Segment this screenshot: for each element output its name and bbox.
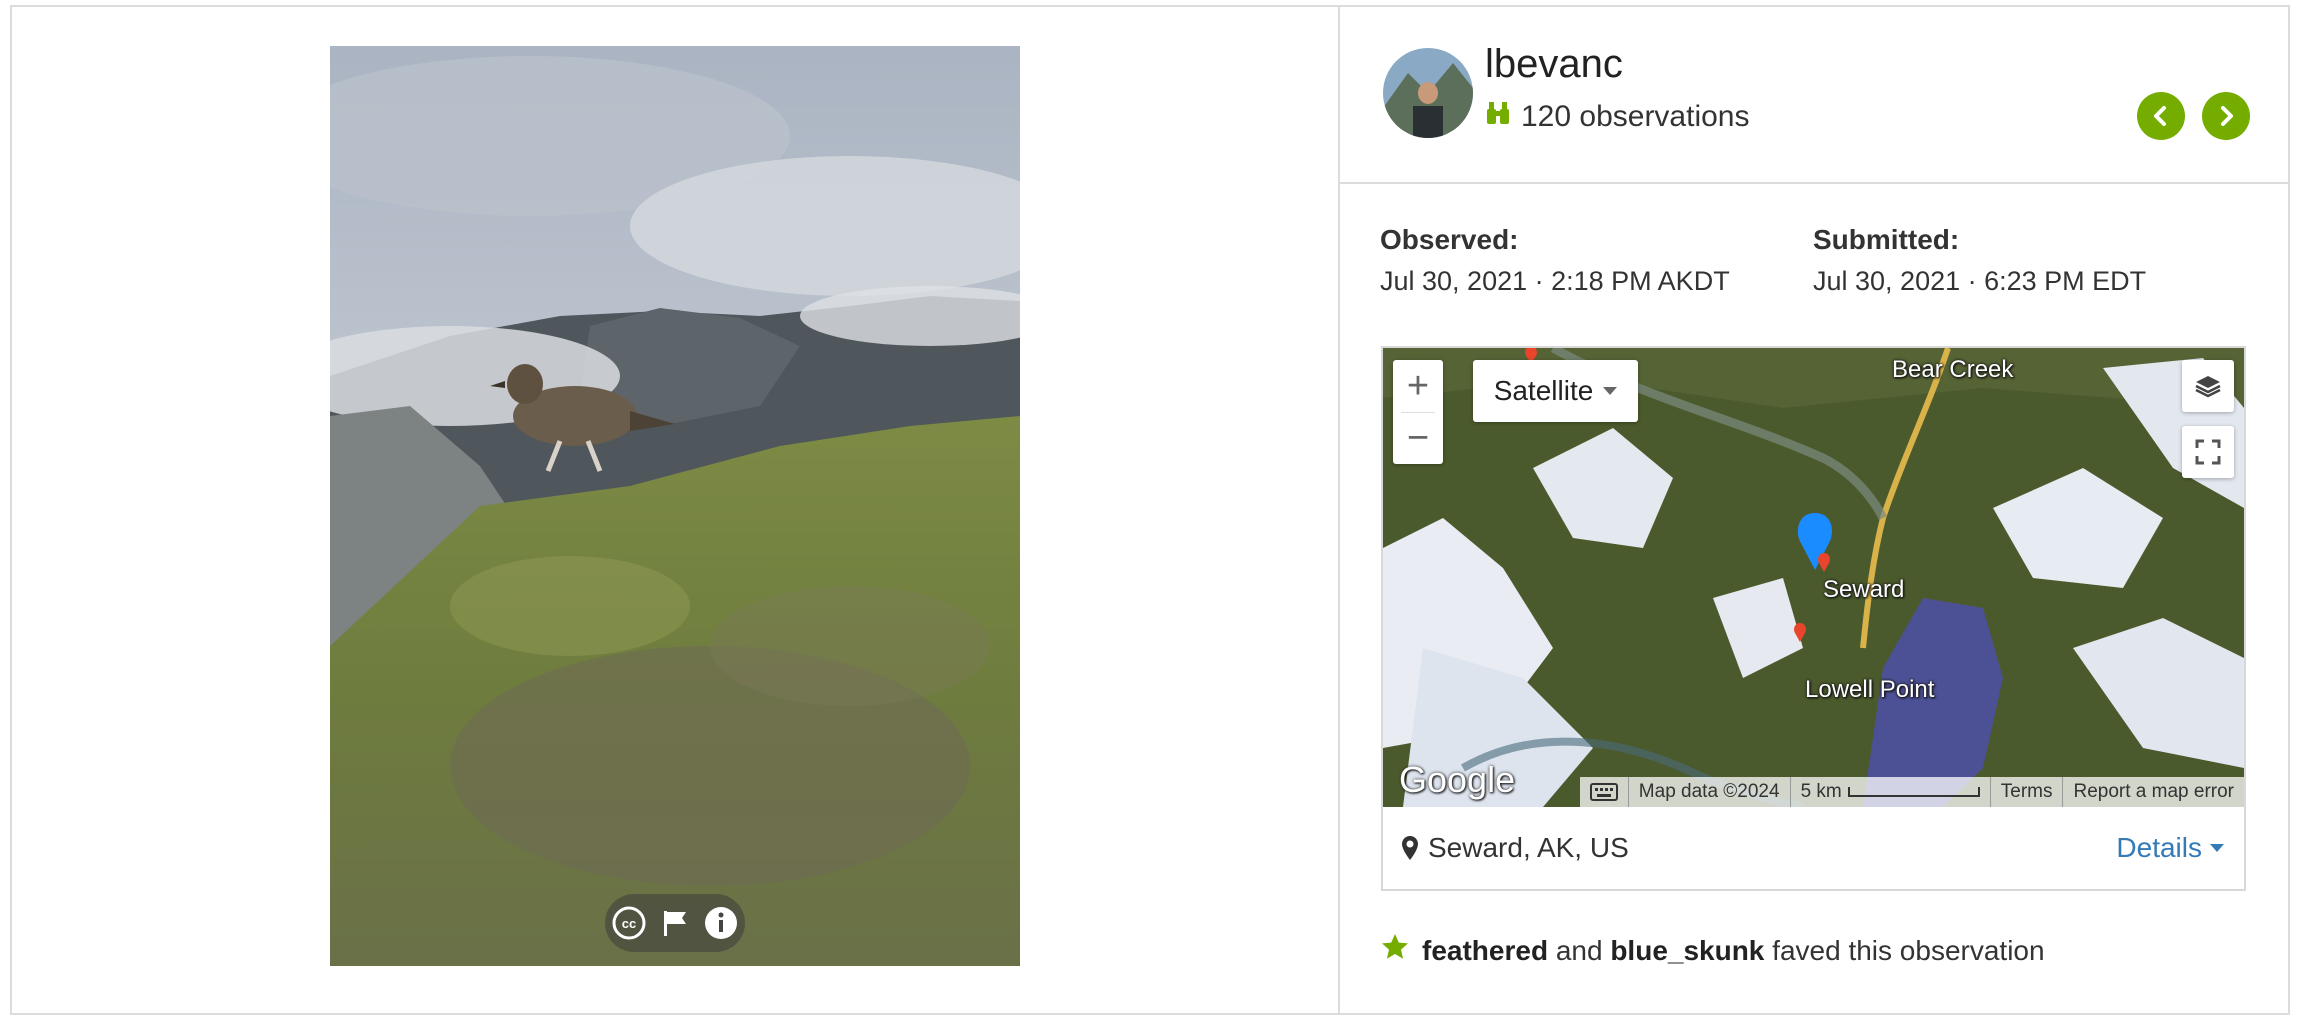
- column-divider: [1338, 5, 1340, 1015]
- photo-image: [330, 46, 1020, 966]
- observed-label: Observed:: [1380, 224, 1519, 255]
- caret-down-icon: [2210, 844, 2224, 852]
- zoom-separator: [1401, 412, 1435, 413]
- fullscreen-icon: [2195, 439, 2221, 465]
- cc-license-icon[interactable]: cc: [611, 905, 647, 941]
- layers-icon: [2195, 376, 2221, 398]
- google-logo: Google: [1399, 759, 1516, 800]
- fullscreen-button[interactable]: [2182, 426, 2234, 478]
- fave-user-link[interactable]: blue_skunk: [1610, 935, 1764, 966]
- header-divider: [1340, 182, 2290, 184]
- star-icon: [1380, 932, 1410, 969]
- map-type-dropdown[interactable]: Satellite: [1473, 360, 1638, 422]
- keyboard-icon: [1589, 782, 1618, 801]
- faves-suffix-text: faved this observation: [1772, 934, 2045, 966]
- map-label-lowell-point: Lowell Point: [1805, 676, 1935, 703]
- map-label-seward: Seward: [1823, 576, 1905, 603]
- observation-count-label: 120 observations: [1521, 100, 1750, 133]
- observation-photo[interactable]: cc: [330, 46, 1020, 966]
- map-label-bear-creek: Bear Creek: [1892, 356, 2014, 383]
- submitted-label: Submitted:: [1813, 224, 1960, 255]
- details-dropdown[interactable]: Details: [2116, 832, 2224, 864]
- zoom-control: + −: [1393, 360, 1443, 464]
- location-map-panel: Bear Creek Seward Lowell Point + − Satel…: [1381, 346, 2246, 891]
- keyboard-shortcuts-button[interactable]: [1580, 777, 1628, 807]
- report-map-error-link[interactable]: Report a map error: [2062, 777, 2244, 807]
- chevron-left-icon: [2154, 106, 2166, 126]
- location-text: Seward, AK, US: [1428, 832, 1629, 863]
- previous-observation-button[interactable]: [2137, 92, 2185, 140]
- chevron-right-icon: [2221, 106, 2233, 126]
- map-data-credit: Map data ©2024: [1627, 777, 1790, 807]
- avatar[interactable]: [1383, 48, 1473, 138]
- map-canvas[interactable]: Bear Creek Seward Lowell Point + − Satel…: [1383, 348, 2244, 807]
- layers-button[interactable]: [2182, 360, 2234, 412]
- flag-icon[interactable]: [657, 905, 693, 941]
- info-icon[interactable]: [703, 905, 739, 941]
- observation-count[interactable]: 120 observations: [1485, 100, 1750, 134]
- location-row: Seward, AK, US Details: [1383, 807, 2244, 889]
- map-attribution-bar: Map data ©2024 5 km Terms Report a map e…: [1579, 777, 2244, 807]
- details-label: Details: [2116, 832, 2202, 863]
- submitted-date: Jul 30, 2021 · 6:23 PM EDT: [1813, 266, 2147, 296]
- zoom-out-button[interactable]: −: [1393, 412, 1443, 464]
- username[interactable]: lbevanc: [1485, 42, 1623, 87]
- faves-and-text: and: [1555, 934, 1603, 966]
- binoculars-icon: [1485, 100, 1511, 134]
- observed-date: Jul 30, 2021 · 2:18 PM AKDT: [1380, 266, 1730, 296]
- terms-link[interactable]: Terms: [1989, 777, 2063, 807]
- map-scale[interactable]: 5 km: [1789, 777, 1990, 807]
- photo-controls: cc: [605, 894, 745, 952]
- caret-down-icon: [1603, 387, 1618, 395]
- svg-text:cc: cc: [622, 916, 636, 931]
- map-marker-icon: [1401, 835, 1419, 866]
- zoom-in-button[interactable]: +: [1393, 360, 1443, 412]
- fave-user-link[interactable]: feathered: [1422, 935, 1548, 966]
- faves-summary: feathered and blue_skunk faved this obse…: [1380, 932, 2045, 969]
- map-type-label: Satellite: [1493, 375, 1594, 406]
- map-scale-label: 5 km: [1800, 781, 1842, 802]
- scale-bar: [1847, 786, 1980, 797]
- next-observation-button[interactable]: [2202, 92, 2250, 140]
